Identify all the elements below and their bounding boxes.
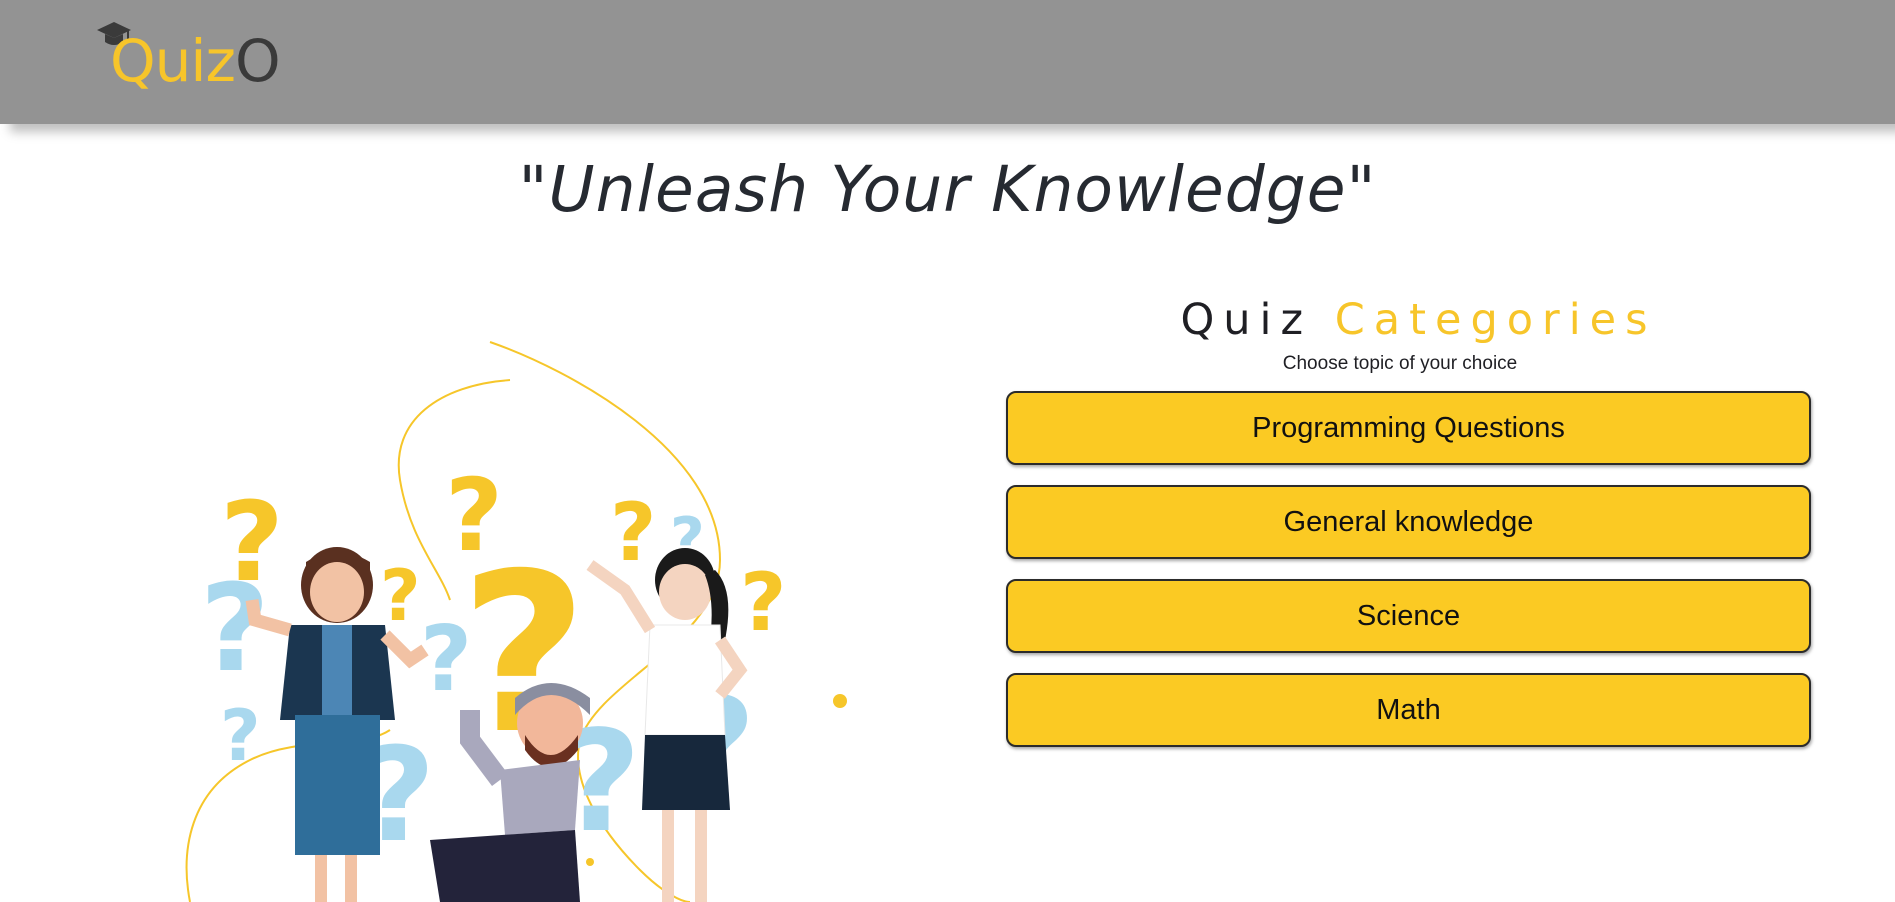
svg-text:?: ? [220,695,261,777]
categories-title-part2: Categories [1334,295,1657,345]
svg-text:?: ? [220,478,284,606]
quiz-categories-panel: Quiz Categories Choose topic of your cho… [1006,292,1811,767]
logo-text-quiz: Quiz [110,27,236,95]
category-button-programming[interactable]: Programming Questions [1006,391,1811,465]
logo-wordmark: QuizO [110,26,281,96]
categories-title-part1: Quiz [1180,295,1313,345]
category-button-math[interactable]: Math [1006,673,1811,747]
category-button-general-knowledge[interactable]: General knowledge [1006,485,1811,559]
svg-text:?: ? [380,555,421,637]
svg-text:?: ? [740,556,786,649]
logo-text-o: O [234,27,281,95]
svg-text:?: ? [610,486,656,579]
categories-title: Quiz Categories [1026,292,1811,348]
top-header: QuizO [0,0,1895,124]
category-list: Programming Questions General knowledge … [1006,391,1811,747]
people-with-question-marks-illustration: ? ? ? ? ? ? ? ? ? ? ? ? ? [185,341,847,902]
page-tagline: "Unleash Your Knowledge" [518,153,1377,226]
category-button-science[interactable]: Science [1006,579,1811,653]
quizo-logo[interactable]: QuizO [97,16,297,96]
categories-subtitle: Choose topic of your choice [1282,353,1518,374]
